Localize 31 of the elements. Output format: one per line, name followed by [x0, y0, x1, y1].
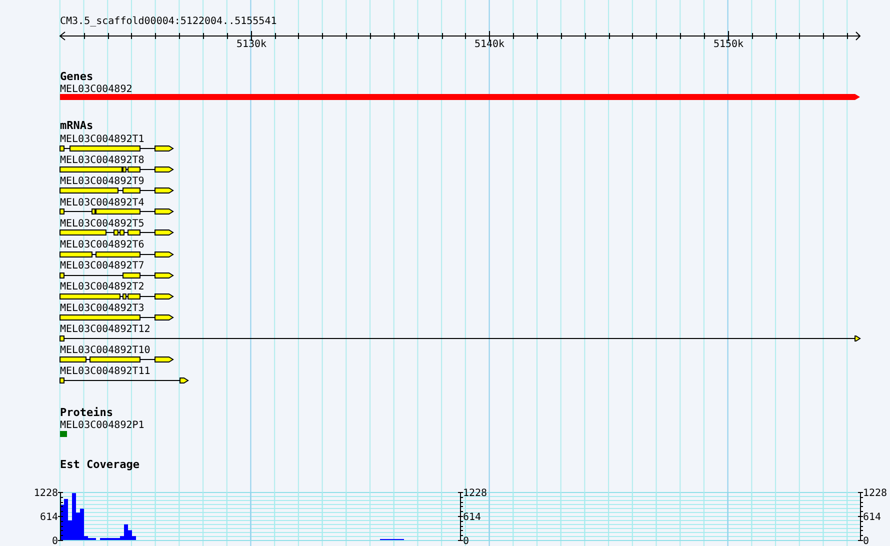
feature-label: MEL03C004892T5	[60, 218, 144, 230]
feature-label: MEL03C004892T2	[60, 282, 144, 293]
feature-label: MEL03C004892T12	[60, 324, 150, 335]
feature-label: MEL03C004892P1	[60, 420, 144, 431]
ruler-title: CM3.5_scaffold00004:5122004..5155541	[60, 16, 277, 27]
axis-label: 614	[40, 512, 58, 523]
feature-label: MEL03C004892T8	[60, 155, 144, 166]
track-title: Est Coverage	[60, 458, 140, 471]
feature-label: MEL03C004892	[60, 84, 132, 95]
feature-label: MEL03C004892T11	[60, 366, 150, 378]
axis-label: 0	[863, 536, 870, 546]
feature-label: MEL03C004892T6	[60, 240, 144, 250]
axis-label: 614	[463, 512, 482, 523]
tick-label: 5130k	[236, 39, 267, 50]
axis-label: 0	[52, 536, 58, 546]
feature-label: MEL03C004892T10	[60, 345, 150, 356]
feature-label: MEL03C004892T1	[60, 134, 144, 145]
track-title: Proteins	[60, 406, 113, 419]
axis-label: 1228	[463, 488, 488, 499]
tick-label: 5140k	[474, 39, 505, 50]
axis-label: 1228	[863, 488, 888, 499]
feature-label: MEL03C004892T3	[60, 302, 144, 314]
track-title: mRNAs	[60, 119, 94, 132]
feature-label: MEL03C004892T7	[60, 260, 144, 272]
axis-label: 1228	[34, 488, 58, 499]
axis-label: 614	[863, 512, 882, 523]
feature-label: MEL03C004892T4	[60, 197, 144, 208]
track-title: Genes	[60, 70, 94, 83]
tick-label: 5150k	[713, 39, 744, 50]
axis-label: 0	[463, 536, 470, 546]
feature-label: MEL03C004892T9	[60, 176, 144, 188]
